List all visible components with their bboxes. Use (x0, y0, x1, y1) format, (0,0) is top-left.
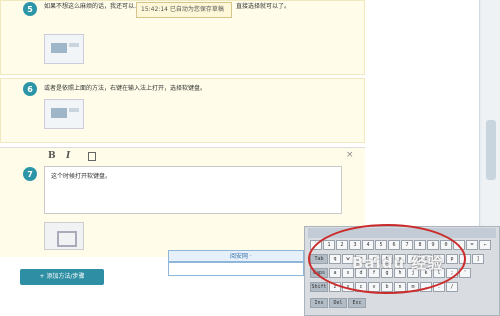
step-text-input[interactable]: 这个时候打开软键盘。 (44, 166, 342, 214)
step-6-text: 或者是依照上面的方法，右键在输入法上打开，选择软键盘。 (44, 85, 207, 92)
soft-key[interactable]: / (446, 282, 458, 292)
italic-button[interactable]: I (66, 151, 70, 161)
bold-button[interactable]: B (48, 151, 56, 161)
soft-key[interactable]: Del (329, 298, 347, 308)
soft-key[interactable]: = (466, 240, 478, 250)
ime-candidate-box[interactable] (168, 262, 304, 276)
scrollbar-thumb[interactable] (486, 120, 496, 180)
soft-key[interactable]: Esc (348, 298, 366, 308)
autosave-tooltip: 15:42:14 已自动为您保存草稿 (136, 2, 232, 18)
soft-key[interactable]: Ins (310, 298, 328, 308)
list-format-icon[interactable] (88, 152, 96, 161)
step-number-badge: 5 (23, 2, 37, 16)
close-icon[interactable]: × (346, 150, 354, 160)
soft-key[interactable]: ] (472, 254, 484, 264)
step-6-screenshot-thumbnail[interactable] (44, 99, 84, 129)
soft-key[interactable]: ← (479, 240, 491, 250)
soft-key[interactable]: Shift (310, 282, 328, 292)
add-step-button[interactable]: + 添加方法/步骤 (20, 269, 104, 285)
step-number-badge: 6 (23, 82, 37, 96)
step-number-badge: 7 (23, 167, 37, 181)
ime-toolbar-label: 阅安网 · (230, 253, 252, 260)
upload-image-icon[interactable] (44, 222, 84, 250)
step-5-screenshot-thumbnail[interactable] (44, 34, 84, 64)
red-annotation-circle (308, 224, 466, 294)
